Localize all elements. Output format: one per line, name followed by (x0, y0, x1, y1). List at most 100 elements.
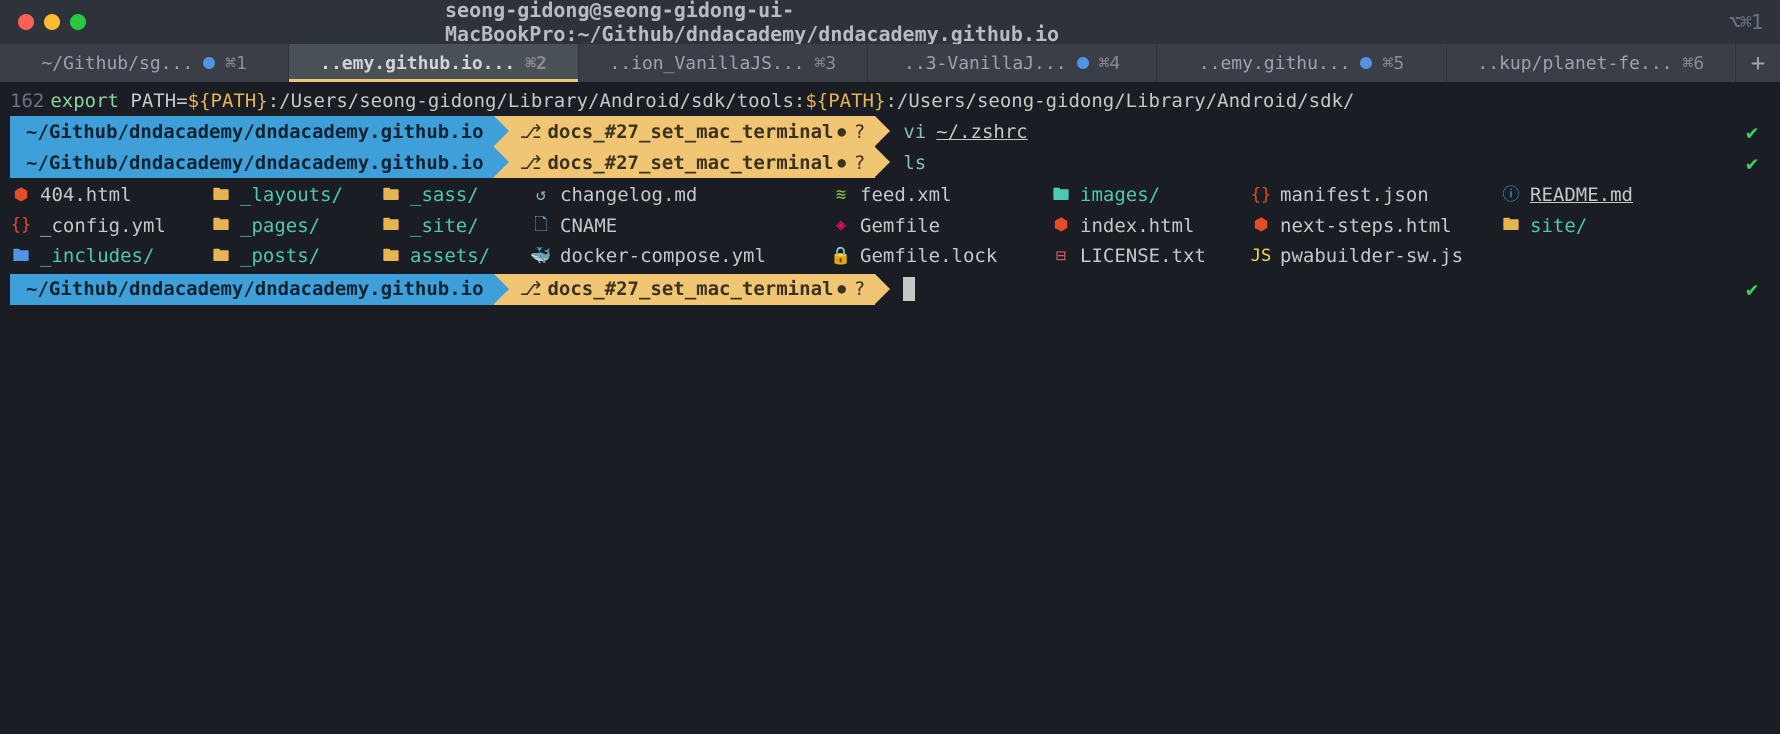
info-icon: ⓘ (1500, 182, 1522, 209)
status-check-icon: ✔ (1746, 273, 1758, 305)
file-name: _posts/ (240, 241, 320, 271)
keyword-export: export (50, 86, 119, 116)
prompt-path: ~/Github/dndacademy/dndacademy.github.io (26, 148, 484, 178)
braces-icon: {} (10, 212, 32, 239)
file-item: ◈Gemfile (830, 211, 1050, 241)
file-item: 🖿_includes/ (10, 241, 210, 271)
prompt-line-current: ~/Github/dndacademy/dndacademy.github.io… (10, 274, 1770, 305)
file-name: _includes/ (40, 241, 154, 271)
tab-6[interactable]: ..kup/planet-fe... ⌘6 (1447, 44, 1736, 82)
tab-shortcut: ⌘4 (1099, 53, 1121, 74)
path-text: :/Users/seong-gidong/Library/Android/sdk… (885, 86, 1354, 116)
file-item: 🖿 assets/ (380, 241, 530, 271)
path-text: :/Users/seong-gidong/Library/Android/sdk… (268, 86, 806, 116)
prompt-branch-segment: ⎇ docs_#27_set_mac_terminal ● ? (494, 274, 876, 305)
tab-shortcut: ⌘5 (1382, 53, 1404, 74)
terminal-output[interactable]: 162 export PATH=${PATH}:/Users/seong-gid… (0, 82, 1780, 309)
folder-teal-icon: 🖿 (1050, 182, 1072, 209)
file-item: 🖿images/ (1050, 180, 1250, 210)
prompt-path-segment: ~/Github/dndacademy/dndacademy.github.io (10, 147, 494, 178)
command: ls (903, 148, 926, 178)
file-item: ⓘREADME.md (1500, 180, 1770, 210)
prompt-branch-segment: ⎇ docs_#27_set_mac_terminal ● ? (494, 116, 876, 147)
editor-line: 162 export PATH=${PATH}:/Users/seong-gid… (10, 86, 1770, 116)
git-branch-name: docs_#27_set_mac_terminal (547, 148, 833, 178)
license-icon: ⊟ (1050, 243, 1072, 270)
folder-icon: 🖿 (380, 243, 402, 270)
folder-icon: 🖿 (210, 243, 232, 270)
file-item: 🖿 site/ (1500, 211, 1770, 241)
tab-label: ..emy.githu... (1199, 53, 1351, 74)
git-branch-name: docs_#27_set_mac_terminal (547, 274, 833, 304)
maximize-window-button[interactable] (70, 14, 86, 30)
ls-output: ⬢404.html🖿_layouts/🖿_sass/↺changelog.md≋… (10, 180, 1770, 271)
file-item: 🖿_pages/ (210, 211, 380, 241)
ruby-icon: ◈ (830, 212, 852, 239)
status-check-icon: ✔ (1746, 116, 1758, 148)
git-branch-icon: ⎇ (520, 117, 542, 147)
tab-5[interactable]: ..emy.githu... ⌘5 (1157, 44, 1446, 82)
history-icon: ↺ (530, 182, 552, 209)
file-item: ⬢next-steps.html (1250, 211, 1500, 241)
file-name: site/ (1530, 211, 1587, 241)
tab-2[interactable]: ..emy.github.io... ⌘2 (289, 44, 578, 82)
prompt-path-segment: ~/Github/dndacademy/dndacademy.github.io (10, 274, 494, 305)
file-item: 🔒Gemfile.lock (830, 241, 1050, 271)
env-var-name: PATH (130, 86, 176, 116)
command-arg: ~/.zshrc (936, 117, 1028, 147)
file-name: assets/ (410, 241, 490, 271)
path-var: ${PATH} (805, 86, 885, 116)
tab-label: ..ion_VanillaJS... (609, 53, 804, 74)
git-untracked-icon: ? (854, 117, 865, 147)
file-name: docker-compose.yml (560, 241, 766, 271)
file-item: {}manifest.json (1250, 180, 1500, 210)
prompt-path-segment: ~/Github/dndacademy/dndacademy.github.io (10, 116, 494, 147)
traffic-lights (18, 14, 86, 30)
file-item: 🖿_layouts/ (210, 180, 380, 210)
file-item: ≋feed.xml (830, 180, 1050, 210)
prompt-path: ~/Github/dndacademy/dndacademy.github.io (26, 117, 484, 147)
html5-icon: ⬢ (1250, 212, 1272, 239)
prompt-branch-segment: ⎇ docs_#27_set_mac_terminal ● ? (494, 147, 876, 178)
rss-icon: ≋ (830, 182, 852, 209)
add-tab-button[interactable]: + (1736, 44, 1780, 82)
html5-icon: ⬢ (1050, 212, 1072, 239)
git-branch-icon: ⎇ (520, 148, 542, 178)
file-item: ⬢404.html (10, 180, 210, 210)
file-name: index.html (1080, 211, 1194, 241)
folder-icon: 🖿 (1500, 212, 1522, 239)
file-name: _layouts/ (240, 180, 343, 210)
file-item: 🖿_sass/ (380, 180, 530, 210)
folder-icon: 🖿 (380, 182, 402, 209)
file-name: pwabuilder-sw.js (1280, 241, 1463, 271)
tab-1[interactable]: ~/Github/sg... ⌘1 (0, 44, 289, 82)
file-name: _pages/ (240, 211, 320, 241)
file-item: JSpwabuilder-sw.js (1250, 241, 1500, 271)
git-dirty-icon: ● (837, 278, 845, 300)
tab-shortcut: ⌘2 (525, 53, 547, 74)
tab-dirty-dot-icon (203, 57, 215, 69)
tab-dirty-dot-icon (1077, 57, 1089, 69)
file-icon: 🗋 (530, 212, 552, 239)
prompt-line: ~/Github/dndacademy/dndacademy.github.io… (10, 116, 1770, 147)
cursor[interactable] (903, 277, 915, 301)
path-var: ${PATH} (188, 86, 268, 116)
git-branch-name: docs_#27_set_mac_terminal (547, 117, 833, 147)
file-item: 🖿_site/ (380, 211, 530, 241)
minimize-window-button[interactable] (44, 14, 60, 30)
git-untracked-icon: ? (854, 274, 865, 304)
close-window-button[interactable] (18, 14, 34, 30)
folder-icon: 🖿 (380, 212, 402, 239)
tab-4[interactable]: ..3-VanillaJ... ⌘4 (868, 44, 1157, 82)
tab-shortcut: ⌘3 (815, 53, 837, 74)
prompt-path: ~/Github/dndacademy/dndacademy.github.io (26, 274, 484, 304)
line-number: 162 (10, 86, 44, 116)
file-name: _config.yml (40, 211, 166, 241)
git-dirty-icon: ● (837, 152, 845, 174)
tab-label: ..kup/planet-fe... (1477, 53, 1672, 74)
tab-3[interactable]: ..ion_VanillaJS... ⌘3 (579, 44, 868, 82)
command: vi (903, 117, 926, 147)
titlebar: seong-gidong@seong-gidong-ui-MacBookPro:… (0, 0, 1780, 44)
git-untracked-icon: ? (854, 148, 865, 178)
file-name: manifest.json (1280, 180, 1429, 210)
